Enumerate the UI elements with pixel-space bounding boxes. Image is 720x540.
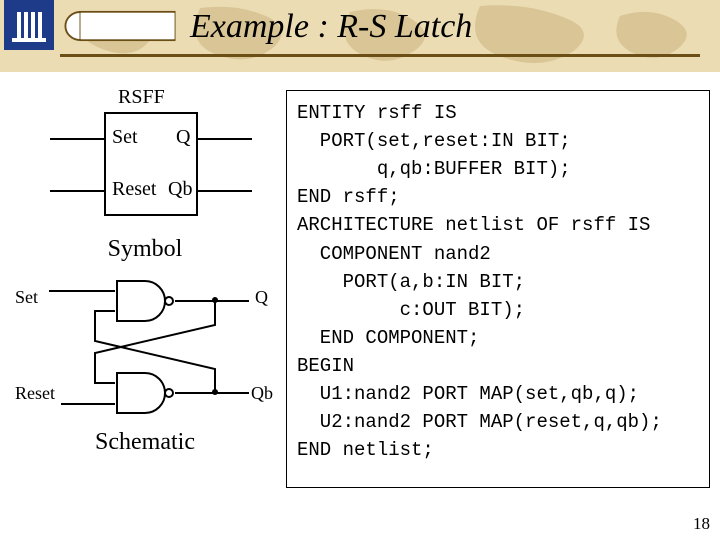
symbol-diagram: RSFF Set Reset Q Qb [40,90,250,230]
title-bar: Example : R-S Latch [60,8,700,58]
wire [50,138,104,140]
cross-coupling-wires [15,273,275,423]
schematic-caption: Schematic [10,429,280,456]
wire [50,190,104,192]
slide: Example : R-S Latch RSFF Set Reset Q Qb … [0,0,720,540]
page-title: Example : R-S Latch [190,8,472,46]
vhdl-code-block: ENTITY rsff IS PORT(set,reset:IN BIT; q,… [286,90,710,488]
title-ornament-icon [60,10,180,42]
symbol-port-q: Q [176,126,190,149]
symbol-port-reset: Reset [112,178,156,201]
page-number: 18 [693,514,710,534]
wire [198,138,252,140]
schematic-diagram: Set Reset U1 U2 Q Qb [15,273,275,423]
vhdl-code: ENTITY rsff IS PORT(set,reset:IN BIT; q,… [297,99,699,464]
logo-icon [4,0,54,50]
symbol-port-qb: Qb [168,178,192,201]
symbol-port-set: Set [112,126,138,149]
left-column: RSFF Set Reset Q Qb Symbol Set Reset U1 … [10,90,280,456]
title-underline [60,54,700,57]
symbol-caption: Symbol [10,236,280,263]
wire [198,190,252,192]
symbol-block-label: RSFF [118,86,165,109]
